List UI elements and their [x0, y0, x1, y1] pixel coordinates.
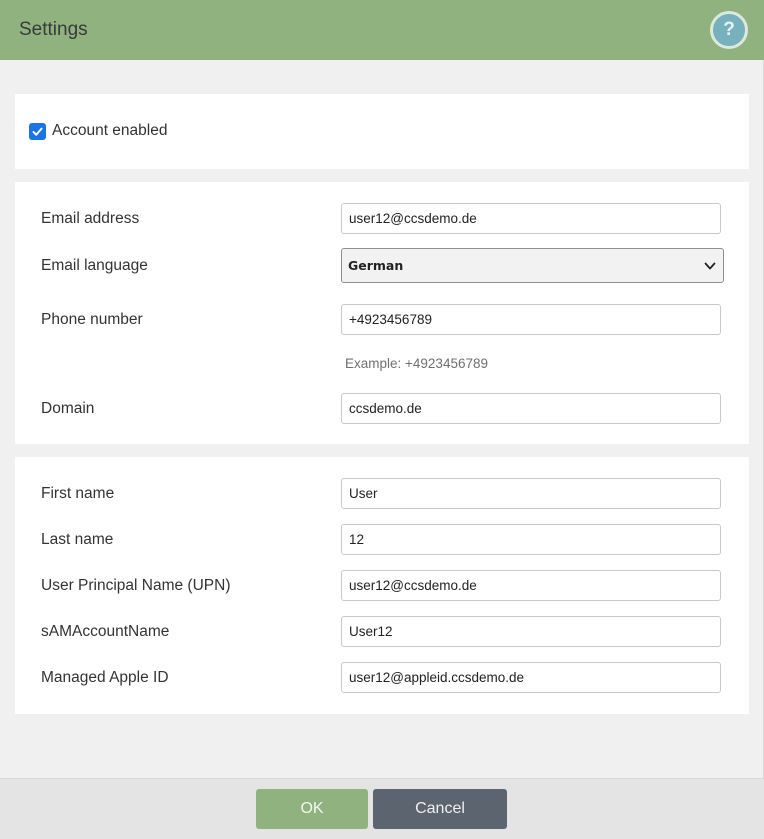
- first-name-label: First name: [41, 484, 115, 502]
- upn-row: User Principal Name (UPN): [41, 570, 723, 601]
- sam-account-label: sAMAccountName: [41, 622, 170, 640]
- help-button[interactable]: ?: [710, 11, 748, 49]
- chevron-down-icon: [704, 262, 716, 269]
- email-language-label: Email language: [41, 256, 148, 274]
- identity-panel: First name Last name User Principal Name…: [15, 457, 749, 714]
- account-enabled-checkbox[interactable]: [29, 122, 46, 140]
- apple-id-label: Managed Apple ID: [41, 668, 169, 686]
- email-row: Email address: [41, 203, 723, 234]
- apple-id-field[interactable]: [341, 662, 721, 693]
- email-language-row: Email language German: [41, 248, 724, 283]
- phone-label: Phone number: [41, 310, 143, 328]
- sam-account-row: sAMAccountName: [41, 616, 723, 647]
- phone-hint: Example: +4923456789: [345, 356, 488, 371]
- domain-row: Domain: [41, 393, 723, 424]
- upn-field[interactable]: [341, 570, 721, 601]
- settings-content: Account enabled Email address Email lang…: [0, 60, 764, 778]
- cancel-button[interactable]: Cancel: [373, 789, 507, 829]
- dialog-footer: OK Cancel: [0, 778, 764, 839]
- upn-label: User Principal Name (UPN): [41, 576, 231, 594]
- checkmark-icon: [32, 127, 43, 136]
- account-enabled-label: Account enabled: [52, 122, 168, 139]
- last-name-row: Last name: [41, 524, 723, 555]
- phone-row: Phone number: [41, 304, 723, 335]
- domain-field[interactable]: [341, 393, 721, 424]
- email-language-select[interactable]: German: [341, 248, 724, 283]
- last-name-field[interactable]: [341, 524, 721, 555]
- question-mark-icon: ?: [723, 19, 735, 40]
- dialog-header: Settings ?: [0, 0, 764, 60]
- sam-account-field[interactable]: [341, 616, 721, 647]
- email-field[interactable]: [341, 203, 721, 234]
- first-name-row: First name: [41, 478, 723, 509]
- email-language-value: German: [348, 258, 404, 273]
- ok-button[interactable]: OK: [256, 789, 368, 829]
- dialog-title: Settings: [19, 19, 88, 40]
- contact-panel: Email address Email language German Phon…: [15, 182, 749, 444]
- account-enabled-row[interactable]: Account enabled: [29, 122, 167, 140]
- last-name-label: Last name: [41, 530, 114, 548]
- first-name-field[interactable]: [341, 478, 721, 509]
- apple-id-row: Managed Apple ID: [41, 662, 723, 693]
- domain-label: Domain: [41, 399, 95, 417]
- phone-field[interactable]: [341, 304, 721, 335]
- account-panel: Account enabled: [15, 94, 749, 169]
- email-label: Email address: [41, 209, 140, 227]
